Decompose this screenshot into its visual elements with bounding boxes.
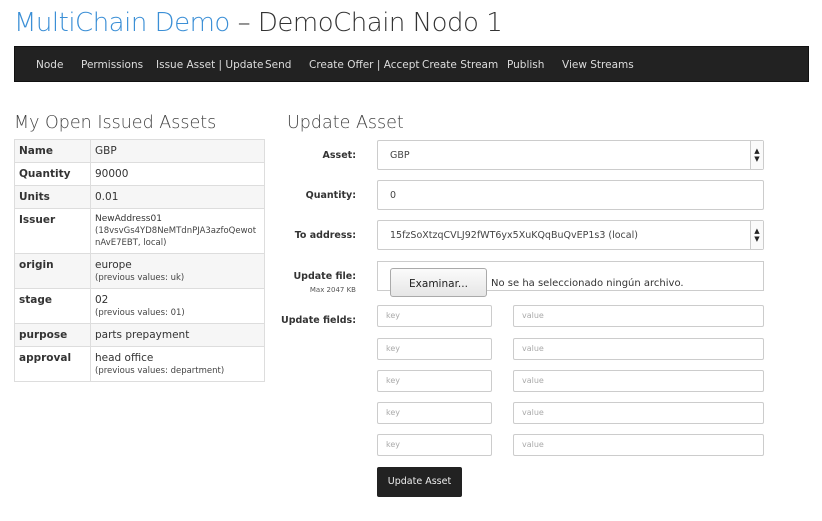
row-key: approval bbox=[14, 346, 91, 382]
row-key: purpose bbox=[14, 323, 91, 347]
update-asset-heading: Update Asset bbox=[287, 113, 404, 133]
field-key-input[interactable]: key bbox=[377, 434, 492, 456]
update-asset-button[interactable]: Update Asset bbox=[377, 467, 462, 497]
table-row: Units 0.01 bbox=[14, 185, 265, 209]
page-title: MultiChain Demo – DemoChain Nodo 1 bbox=[14, 8, 503, 38]
nav-permissions[interactable]: Permissions bbox=[81, 47, 143, 83]
table-row: Issuer NewAddress01 (18vsvGs4YD8NeMTdnPJA3… bbox=[14, 208, 265, 254]
browse-file-button[interactable]: Examinar... bbox=[390, 268, 487, 297]
quantity-label: Quantity: bbox=[305, 190, 356, 201]
file-status: No se ha seleccionado ningún archivo. bbox=[491, 278, 684, 289]
row-key: stage bbox=[14, 288, 91, 324]
asset-select-value: GBP bbox=[390, 149, 410, 161]
table-row: Name GBP bbox=[14, 139, 265, 163]
field-key-input[interactable]: key bbox=[377, 338, 492, 360]
brand-link[interactable]: MultiChain Demo bbox=[14, 8, 230, 38]
row-value: parts prepayment bbox=[90, 323, 265, 347]
nav-create-stream[interactable]: Create Stream bbox=[422, 47, 498, 83]
row-key: Units bbox=[14, 185, 91, 209]
table-row: approval head office (previous values: dep… bbox=[14, 346, 265, 382]
field-value-input[interactable]: value bbox=[513, 402, 764, 424]
update-file-label: Update file: bbox=[293, 271, 356, 282]
to-address-select[interactable]: 15fzSoXtzqCVLJ92fWT6yx5XuKQqBuQvEP1s3 (l… bbox=[377, 220, 764, 250]
max-size-note: Max 2047 KB bbox=[309, 286, 356, 294]
field-key-input[interactable]: key bbox=[377, 305, 492, 327]
asset-label: Asset: bbox=[322, 150, 356, 161]
row-value: europe (previous values: uk) bbox=[90, 253, 265, 289]
field-value-input[interactable]: value bbox=[513, 305, 764, 327]
row-value: GBP bbox=[90, 139, 265, 163]
table-row: origin europe (previous values: uk) bbox=[14, 253, 265, 289]
row-value: head office (previous values: department) bbox=[90, 346, 265, 382]
chevron-down-icon: ▲ ▼ bbox=[750, 221, 763, 249]
asset-select[interactable]: GBP ▲ ▼ bbox=[377, 140, 764, 170]
field-value-input[interactable]: value bbox=[513, 338, 764, 360]
table-row: stage 02 (previous values: 01) bbox=[14, 288, 265, 324]
field-value-input[interactable]: value bbox=[513, 370, 764, 392]
chevron-down-icon: ▲ ▼ bbox=[750, 141, 763, 169]
nav-node[interactable]: Node bbox=[36, 47, 63, 83]
table-row: Quantity 90000 bbox=[14, 162, 265, 186]
row-key: Quantity bbox=[14, 162, 91, 186]
navbar: Node Permissions Issue Asset | Update Se… bbox=[14, 46, 809, 82]
row-value: 02 (previous values: 01) bbox=[90, 288, 265, 324]
row-key: Issuer bbox=[14, 208, 91, 254]
field-value-input[interactable]: value bbox=[513, 434, 764, 456]
row-value: NewAddress01 (18vsvGs4YD8NeMTdnPJA3azfoQe… bbox=[90, 208, 265, 254]
row-key: origin bbox=[14, 253, 91, 289]
to-address-label: To address: bbox=[294, 230, 356, 241]
field-key-input[interactable]: key bbox=[377, 402, 492, 424]
field-key-input[interactable]: key bbox=[377, 370, 492, 392]
nav-send[interactable]: Send bbox=[265, 47, 291, 83]
node-title: – DemoChain Nodo 1 bbox=[237, 8, 503, 38]
row-value: 0.01 bbox=[90, 185, 265, 209]
update-fields-label: Update fields: bbox=[280, 315, 356, 326]
nav-view-streams[interactable]: View Streams bbox=[562, 47, 634, 83]
row-value: 90000 bbox=[90, 162, 265, 186]
row-key: Name bbox=[14, 139, 91, 163]
to-address-value: 15fzSoXtzqCVLJ92fWT6yx5XuKQqBuQvEP1s3 (l… bbox=[390, 229, 638, 241]
nav-publish[interactable]: Publish bbox=[507, 47, 544, 83]
nav-issue-asset[interactable]: Issue Asset | Update bbox=[156, 47, 263, 83]
nav-create-offer[interactable]: Create Offer | Accept bbox=[309, 47, 420, 83]
assets-heading: My Open Issued Assets bbox=[14, 113, 217, 133]
assets-table: Name GBP Quantity 90000 Units 0.01 Issuer Ne… bbox=[14, 139, 265, 382]
table-row: purpose parts prepayment bbox=[14, 323, 265, 347]
quantity-input[interactable]: 0 bbox=[377, 180, 764, 210]
